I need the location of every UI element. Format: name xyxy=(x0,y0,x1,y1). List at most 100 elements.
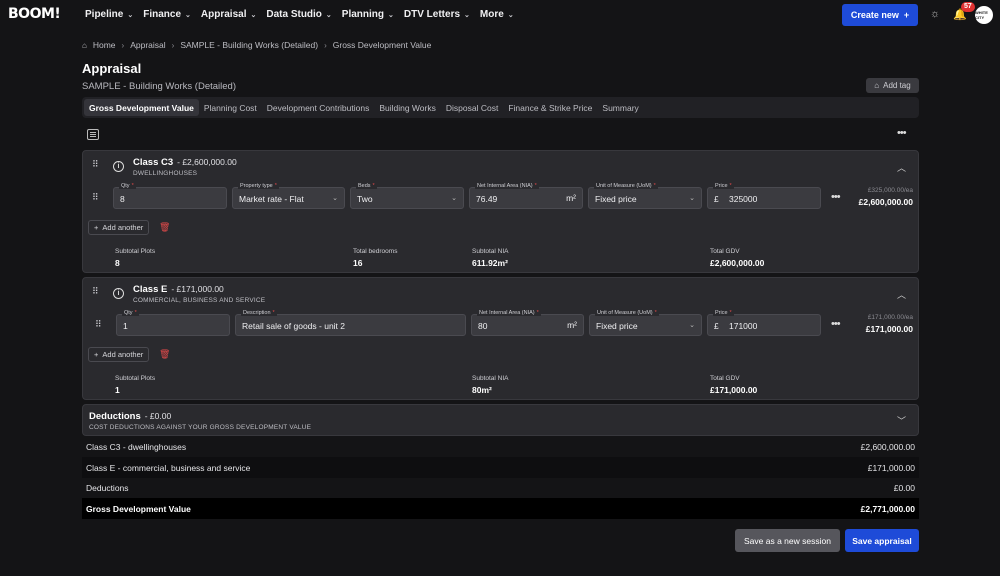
plus-icon: + xyxy=(94,350,99,359)
subtotal-nia: Subtotal NIA 80m² xyxy=(472,375,509,395)
nav-data-studio[interactable]: Data Studio ⌄ xyxy=(266,9,331,20)
user-avatar[interactable]: WHITE CITY xyxy=(975,6,993,24)
create-new-button[interactable]: Create new + xyxy=(842,4,918,26)
total-gdv: Total GDV £2,600,000.00 xyxy=(710,248,765,268)
total-bedrooms: Total bedrooms 16 xyxy=(353,248,398,268)
page-title: Appraisal xyxy=(82,61,142,76)
beds-select[interactable]: Beds * Two ⌄ xyxy=(350,183,464,209)
tab-disposal-cost[interactable]: Disposal Cost xyxy=(441,99,503,116)
deductions-card[interactable]: Deductions - £0.00 COST DEDUCTIONS AGAINS… xyxy=(82,404,919,436)
chevron-down-icon: ⌄ xyxy=(250,11,257,19)
save-appraisal-button[interactable]: Save appraisal xyxy=(845,529,919,552)
nav-dtv-letters[interactable]: DTV Letters ⌄ xyxy=(404,9,470,20)
nav-more[interactable]: More ⌄ xyxy=(480,9,514,20)
delete-trash-icon[interactable]: 🗑 xyxy=(159,222,170,233)
e-line-total: £171,000.00/ea £171,000.00 xyxy=(865,314,913,334)
drag-handle-icon[interactable]: ⠿ xyxy=(92,160,100,169)
subtotal-plots: Subtotal Plots 1 xyxy=(115,375,156,395)
nav-planning[interactable]: Planning ⌄ xyxy=(342,9,394,20)
price-field[interactable]: Price * £ 171000 xyxy=(707,310,821,336)
chevron-down-icon: ⌄ xyxy=(325,11,332,19)
breadcrumb-current: Gross Development Value xyxy=(332,40,432,50)
deductions-subtitle: COST DEDUCTIONS AGAINST YOUR GROSS DEVEL… xyxy=(89,424,312,431)
breadcrumb-appraisal[interactable]: Appraisal xyxy=(130,40,165,50)
row-drag-handle-icon[interactable]: ⠿ xyxy=(95,320,103,329)
chevron-down-icon: ⌄ xyxy=(127,11,134,19)
appraisal-tabs: Gross Development Value Planning Cost De… xyxy=(82,97,919,118)
info-icon[interactable]: i xyxy=(113,288,124,299)
subtotal-nia: Subtotal NIA 611.92m² xyxy=(472,248,509,268)
row-more-options-icon[interactable]: ••• xyxy=(831,191,841,203)
property-type-select[interactable]: Property type * Market rate - Flat ⌄ xyxy=(232,183,345,209)
qty-field[interactable]: Qty * 1 xyxy=(116,310,230,336)
row-more-options-icon[interactable]: ••• xyxy=(831,318,841,330)
class-c3-subtitle: DWELLINGHOUSES xyxy=(133,170,198,177)
deductions-title: Deductions - £0.00 xyxy=(89,411,172,422)
nav-appraisal[interactable]: Appraisal ⌄ xyxy=(201,9,256,20)
chevron-down-icon: ⌄ xyxy=(451,195,457,202)
price-field[interactable]: Price * £ 325000 xyxy=(707,183,821,209)
tab-finance-strike-price[interactable]: Finance & Strike Price xyxy=(503,99,597,116)
tab-gross-development-value[interactable]: Gross Development Value xyxy=(84,99,199,116)
tab-building-works[interactable]: Building Works xyxy=(374,99,441,116)
chevron-right-icon: › xyxy=(324,40,327,50)
breadcrumb-home[interactable]: Home xyxy=(93,40,116,50)
chevron-down-icon: ⌄ xyxy=(464,11,470,19)
description-field[interactable]: Description * Retail sale of goods - unit… xyxy=(235,310,466,336)
summary-row-gdv-total: Gross Development Value £2,771,000.00 xyxy=(82,498,919,519)
plus-icon: + xyxy=(94,223,99,232)
tab-development-contributions[interactable]: Development Contributions xyxy=(262,99,375,116)
chevron-right-icon: › xyxy=(121,40,125,50)
delete-trash-icon[interactable]: 🗑 xyxy=(159,349,170,360)
add-tag-button[interactable]: ⌂ Add tag xyxy=(866,78,919,93)
total-gdv: Total GDV £171,000.00 xyxy=(710,375,758,395)
summary-row-deductions: Deductions £0.00 xyxy=(86,482,915,493)
breadcrumb: ⌂ Home › Appraisal › SAMPLE - Building W… xyxy=(82,40,431,50)
nia-field[interactable]: Net Internal Area (NIA) * 80 m² xyxy=(471,310,584,336)
chevron-right-icon: › xyxy=(171,40,175,50)
nia-field[interactable]: Net Internal Area (NIA) * 76.49 m² xyxy=(469,183,583,209)
home-icon[interactable]: ⌂ xyxy=(82,41,87,50)
subtotal-plots: Subtotal Plots 8 xyxy=(115,248,156,268)
boom-logo[interactable]: BOOM! xyxy=(8,6,61,22)
list-view-icon[interactable] xyxy=(87,129,99,140)
class-e-title: Class E- £171,000.00 xyxy=(133,284,224,295)
breadcrumb-sample[interactable]: SAMPLE - Building Works (Detailed) xyxy=(180,40,318,50)
tag-icon: ⌂ xyxy=(874,81,880,90)
tab-planning-cost[interactable]: Planning Cost xyxy=(199,99,262,116)
tab-summary[interactable]: Summary xyxy=(597,99,643,116)
class-e-card: ⠿ i Class E- £171,000.00 COMMERCIAL, BUS… xyxy=(82,277,919,400)
collapse-chevron-up-icon[interactable]: ︿ xyxy=(897,161,906,174)
page-subtitle: SAMPLE - Building Works (Detailed) xyxy=(82,81,236,92)
chevron-down-icon: ⌄ xyxy=(507,11,514,19)
class-c3-title: Class C3- £2,600,000.00 xyxy=(133,157,237,168)
notification-count-badge: 57 xyxy=(961,2,975,12)
c3-line-total: £325,000.00/ea £2,600,000.00 xyxy=(858,187,913,207)
add-another-button[interactable]: + Add another xyxy=(88,347,150,362)
uom-select[interactable]: Unit of Measure (UoM) * Fixed price ⌄ xyxy=(589,310,702,336)
row-drag-handle-icon[interactable]: ⠿ xyxy=(92,193,100,202)
theme-toggle-sun-icon[interactable]: ☼ xyxy=(930,9,941,20)
more-options-icon[interactable]: ••• xyxy=(897,127,907,139)
chevron-down-icon: ⌄ xyxy=(388,11,394,19)
nav-finance[interactable]: Finance ⌄ xyxy=(143,9,191,20)
nav-pipeline[interactable]: Pipeline ⌄ xyxy=(85,9,133,20)
add-another-button[interactable]: + Add another xyxy=(88,220,150,235)
expand-chevron-down-icon[interactable]: ﹀ xyxy=(897,414,906,427)
chevron-down-icon: ⌄ xyxy=(185,11,191,19)
top-navbar: BOOM! Pipeline ⌄ Finance ⌄ Appraisal ⌄ Data… xyxy=(0,0,1000,30)
chevron-down-icon: ⌄ xyxy=(689,195,695,202)
qty-field[interactable]: Qty * 8 xyxy=(113,183,227,209)
summary-row-c3: Class C3 - dwellinghouses £2,600,000.00 xyxy=(86,441,915,452)
save-as-new-session-button[interactable]: Save as a new session xyxy=(735,529,840,552)
class-c3-card: ⠿ i Class C3- £2,600,000.00 DWELLINGHOUS… xyxy=(82,150,919,273)
drag-handle-icon[interactable]: ⠿ xyxy=(92,287,100,296)
chevron-down-icon: ⌄ xyxy=(332,195,338,202)
class-e-subtitle: COMMERCIAL, BUSINESS AND SERVICE xyxy=(133,297,266,304)
summary-row-e: Class E - commercial, business and servi… xyxy=(82,457,919,478)
info-icon[interactable]: i xyxy=(113,161,124,172)
chevron-down-icon: ⌄ xyxy=(689,322,695,329)
main-nav: Pipeline ⌄ Finance ⌄ Appraisal ⌄ Data Studi… xyxy=(85,9,524,20)
collapse-chevron-up-icon[interactable]: ︿ xyxy=(897,288,906,301)
uom-select[interactable]: Unit of Measure (UoM) * Fixed price ⌄ xyxy=(588,183,702,209)
